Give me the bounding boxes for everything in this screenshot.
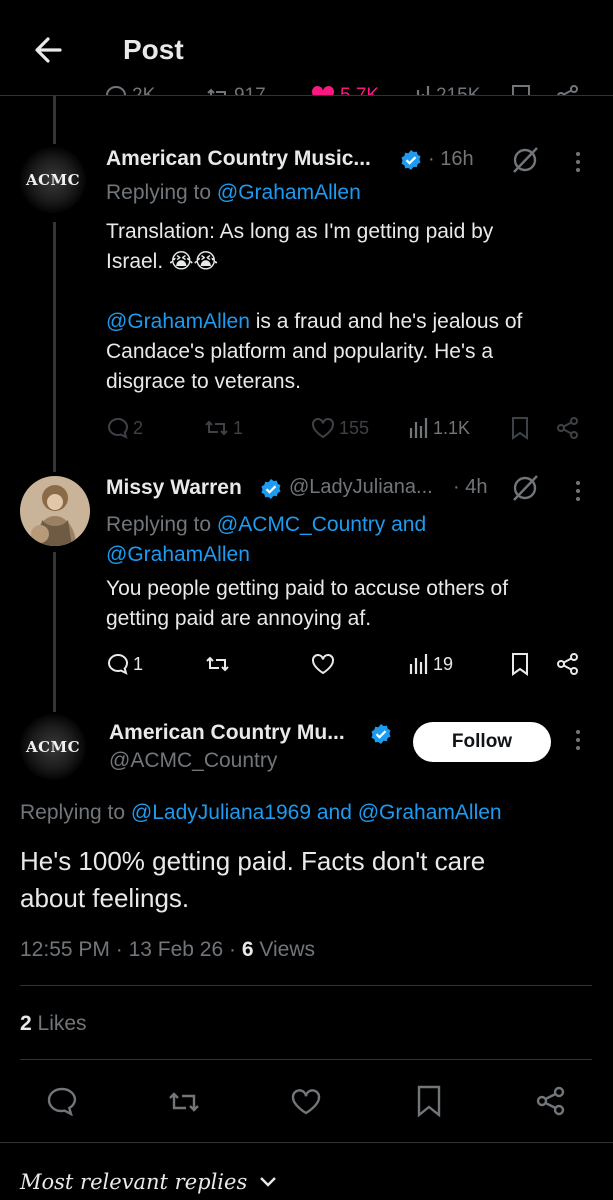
- chevron-down-icon: [259, 1176, 277, 1188]
- like-button[interactable]: 155: [310, 416, 369, 440]
- reply-button[interactable]: 2: [106, 416, 143, 440]
- bookmark-icon: [510, 416, 530, 440]
- bookmark-icon: [416, 1085, 442, 1117]
- author-name[interactable]: American Country Music...: [106, 147, 371, 171]
- retweet-button[interactable]: [166, 1088, 202, 1116]
- mention-link[interactable]: @GrahamAllen: [106, 310, 250, 333]
- tweet-text: You people getting paid to accuse others…: [106, 577, 509, 630]
- tweet-text: Translation: As long as I'm getting paid…: [106, 220, 523, 393]
- follow-button[interactable]: Follow: [413, 722, 551, 762]
- reply-icon: [106, 652, 130, 676]
- parent-like-button[interactable]: 5.7K: [310, 84, 379, 95]
- post-time: · 16h: [428, 148, 474, 170]
- thread-line: [53, 96, 56, 144]
- share-icon: [556, 84, 580, 95]
- author-handle[interactable]: @ACMC_Country: [109, 749, 277, 773]
- replies-sort-dropdown[interactable]: Most relevant replies: [20, 1170, 277, 1194]
- share-button[interactable]: [556, 416, 580, 440]
- verified-badge-icon: [400, 149, 422, 171]
- replying-to: Replying to @LadyJuliana1969 and @Graham…: [20, 801, 502, 824]
- share-icon: [556, 416, 580, 440]
- heart-icon: [290, 1088, 322, 1116]
- verified-badge-icon: [370, 723, 392, 745]
- post-time: · 4h: [453, 476, 488, 498]
- views-icon: [408, 652, 430, 676]
- views-icon: [408, 416, 430, 440]
- replying-to: Replying to @ACMC_Country and @GrahamAll…: [106, 510, 426, 570]
- retweet-icon: [204, 416, 230, 440]
- retweet-icon: [206, 84, 230, 95]
- parent-share-button[interactable]: [556, 84, 580, 95]
- retweet-icon: [204, 652, 232, 676]
- share-button[interactable]: [556, 652, 580, 676]
- reply-button[interactable]: [46, 1086, 78, 1116]
- reply-icon: [104, 84, 128, 95]
- parent-retweet-button[interactable]: 917: [206, 84, 266, 95]
- mention-link[interactable]: @GrahamAllen: [217, 181, 361, 204]
- reply-icon: [106, 416, 130, 440]
- likes-summary[interactable]: 2 Likes: [20, 1012, 87, 1036]
- more-options-icon[interactable]: [575, 730, 581, 754]
- verified-badge-icon: [260, 478, 282, 500]
- bookmark-icon: [510, 84, 532, 95]
- mention-link[interactable]: @ACMC_Country and: [217, 513, 426, 536]
- heart-icon: [310, 416, 336, 440]
- views-button[interactable]: 19: [408, 652, 453, 676]
- views-icon: [410, 84, 432, 95]
- parent-reply-button[interactable]: 2K: [104, 84, 155, 95]
- heart-icon: [310, 652, 336, 676]
- page-title: Post: [123, 34, 184, 65]
- share-icon: [556, 652, 580, 676]
- share-button[interactable]: [535, 1085, 567, 1117]
- retweet-button[interactable]: [204, 652, 232, 676]
- divider: [0, 1142, 613, 1143]
- more-options-icon[interactable]: [575, 481, 581, 505]
- mention-link[interactable]: @LadyJuliana1969 and @GrahamAllen: [131, 801, 502, 824]
- avatar[interactable]: ACMC: [20, 147, 86, 213]
- grok-icon[interactable]: [510, 145, 540, 175]
- retweet-icon: [166, 1088, 202, 1116]
- top-bar: Post 2K 917 5.7K 215K: [0, 0, 613, 96]
- author-name[interactable]: Missy Warren: [106, 476, 242, 500]
- heart-filled-icon: [310, 84, 336, 95]
- post-meta: 12:55 PM · 13 Feb 26 · 6 Views: [20, 938, 315, 961]
- bookmark-button[interactable]: [510, 416, 530, 440]
- views-button[interactable]: 1.1K: [408, 416, 470, 440]
- reply-icon: [46, 1086, 78, 1116]
- divider: [20, 1059, 592, 1060]
- share-icon: [535, 1085, 567, 1117]
- replying-to: Replying to @GrahamAllen: [106, 181, 361, 204]
- back-arrow-icon[interactable]: [30, 32, 66, 68]
- bookmark-button[interactable]: [510, 652, 530, 676]
- bookmark-icon: [510, 652, 530, 676]
- tweet-text: He's 100% getting paid. Facts don't care…: [20, 846, 486, 913]
- thread-line: [53, 552, 56, 712]
- parent-post-actions: 2K 917 5.7K 215K: [0, 84, 613, 95]
- divider: [20, 985, 592, 986]
- thread-line: [53, 222, 56, 472]
- author-handle[interactable]: @LadyJuliana...: [289, 476, 433, 499]
- more-options-icon[interactable]: [575, 152, 581, 176]
- retweet-button[interactable]: 1: [204, 416, 243, 440]
- avatar[interactable]: ACMC: [20, 714, 86, 780]
- mention-link[interactable]: @GrahamAllen: [106, 540, 426, 570]
- author-name[interactable]: American Country Mu...: [109, 721, 345, 745]
- avatar[interactable]: [20, 476, 90, 546]
- reply-button[interactable]: 1: [106, 652, 143, 676]
- bookmark-button[interactable]: [416, 1085, 442, 1117]
- like-button[interactable]: [310, 652, 336, 676]
- parent-bookmark-button[interactable]: [510, 84, 532, 95]
- grok-icon[interactable]: [510, 473, 540, 503]
- parent-views-button[interactable]: 215K: [410, 84, 480, 95]
- like-button[interactable]: [290, 1088, 322, 1116]
